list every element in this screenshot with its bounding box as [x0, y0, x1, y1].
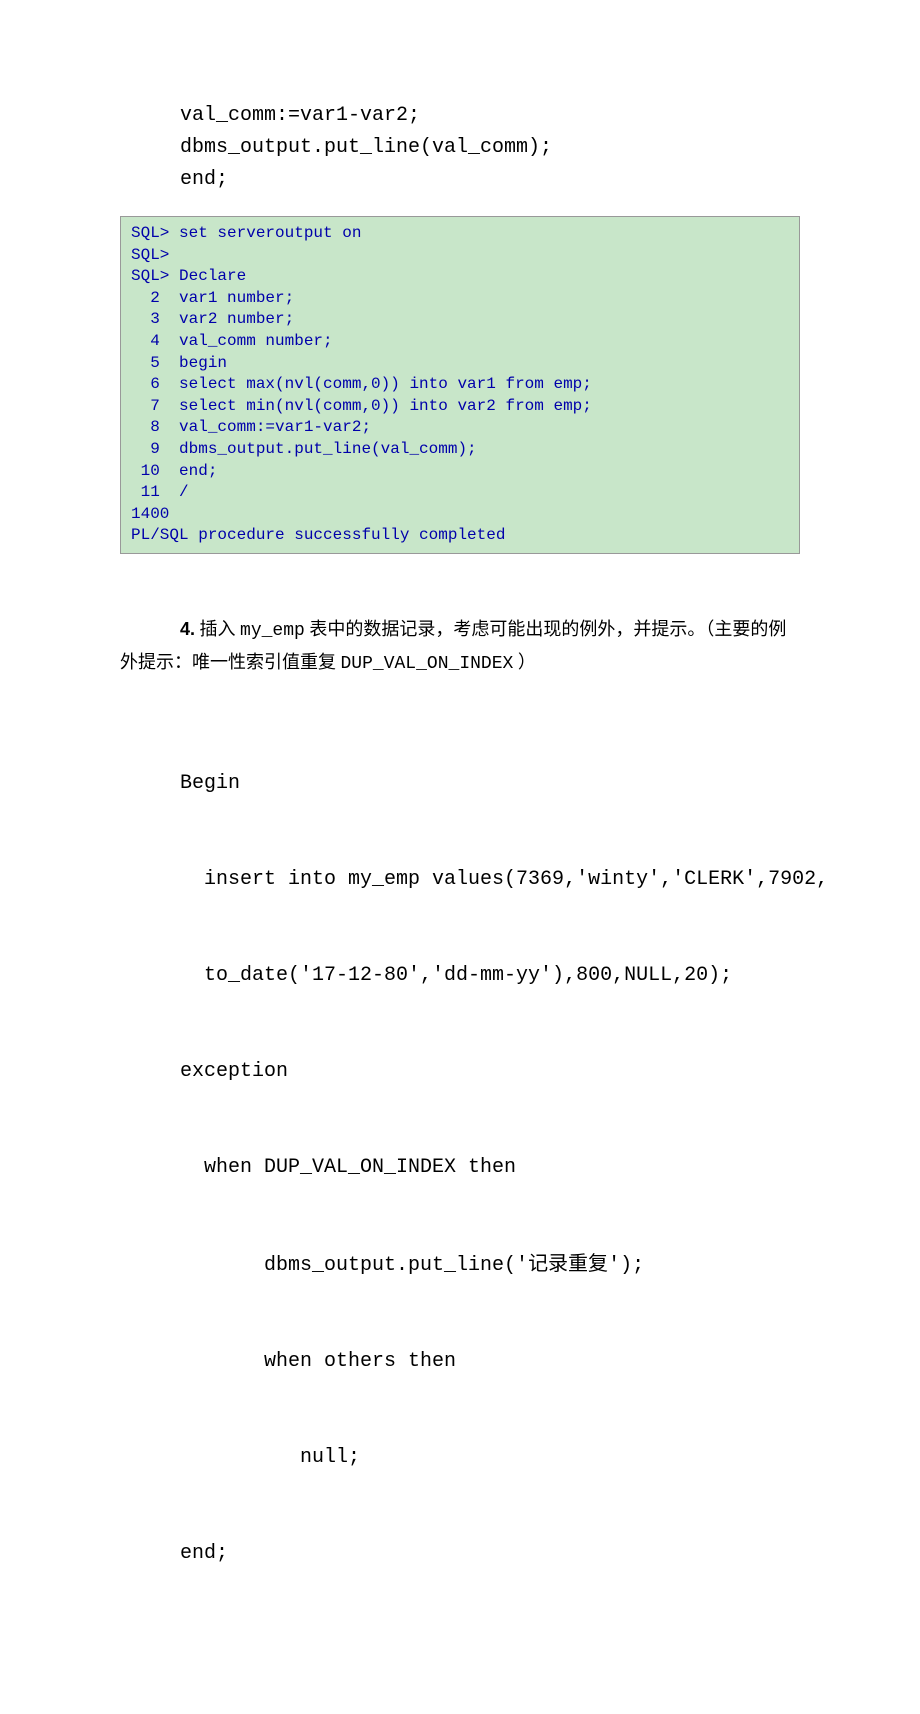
code-line: Begin	[180, 768, 800, 800]
sql-line: 8 val_comm:=var1-var2;	[131, 417, 789, 439]
bottom-code-block: Begin insert into my_emp values(7369,'wi…	[180, 704, 800, 1634]
document-page: val_comm:=var1-var2; dbms_output.put_lin…	[0, 0, 920, 1714]
top-code-block: val_comm:=var1-var2; dbms_output.put_lin…	[180, 100, 800, 196]
question-text: 插入	[195, 619, 240, 639]
inline-code: my_emp	[240, 621, 305, 641]
code-line: end;	[180, 164, 800, 196]
sql-line: 7 select min(nvl(comm,0)) into var2 from…	[131, 396, 789, 418]
question-number: 4.	[180, 619, 195, 639]
sql-line: 6 select max(nvl(comm,0)) into var1 from…	[131, 374, 789, 396]
sql-line: 9 dbms_output.put_line(val_comm);	[131, 439, 789, 461]
sql-line: SQL> Declare	[131, 266, 789, 288]
sql-line: 10 end;	[131, 461, 789, 483]
inline-code: DUP_VAL_ON_INDEX	[341, 654, 514, 674]
code-line: when DUP_VAL_ON_INDEX then	[180, 1152, 800, 1184]
code-line: when others then	[180, 1346, 800, 1378]
sql-line: 1400	[131, 504, 789, 526]
question-paragraph: 4. 插入 my_emp 表中的数据记录，考虑可能出现的例外，并提示。（主要的例…	[120, 614, 800, 679]
sql-output-block: SQL> set serveroutput on SQL> SQL> Decla…	[120, 216, 800, 554]
code-line: dbms_output.put_line('记录重复');	[180, 1248, 800, 1282]
code-line: exception	[180, 1056, 800, 1088]
code-line: insert into my_emp values(7369,'winty','…	[180, 864, 800, 896]
sql-line: 3 var2 number;	[131, 309, 789, 331]
code-line: dbms_output.put_line(val_comm);	[180, 132, 800, 164]
code-line: null;	[180, 1442, 800, 1474]
sql-line: PL/SQL procedure successfully completed	[131, 525, 789, 547]
sql-line: 5 begin	[131, 353, 789, 375]
sql-line: 4 val_comm number;	[131, 331, 789, 353]
code-line: end;	[180, 1538, 800, 1570]
sql-line: 2 var1 number;	[131, 288, 789, 310]
question-text: ）	[513, 652, 536, 672]
sql-line: SQL> set serveroutput on	[131, 223, 789, 245]
code-line: to_date('17-12-80','dd-mm-yy'),800,NULL,…	[180, 960, 800, 992]
sql-line: SQL>	[131, 245, 789, 267]
code-line: val_comm:=var1-var2;	[180, 100, 800, 132]
sql-line: 11 /	[131, 482, 789, 504]
